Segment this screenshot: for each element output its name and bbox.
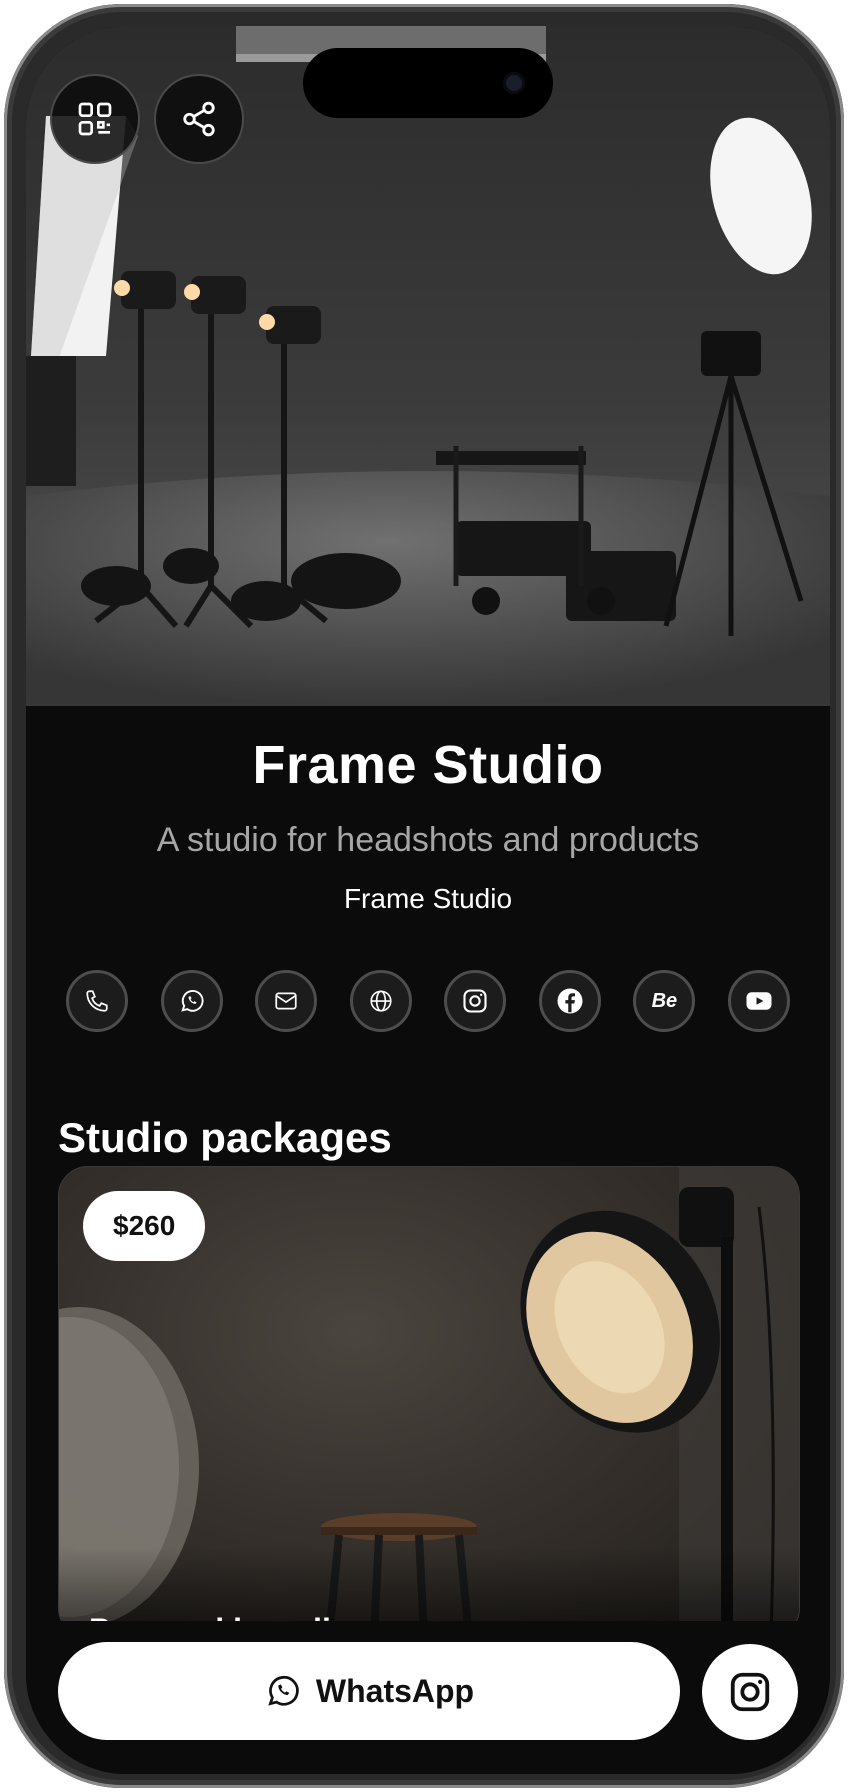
instagram-button[interactable] xyxy=(444,970,507,1032)
globe-icon xyxy=(370,990,392,1012)
camera-dot xyxy=(503,72,525,94)
screen: Frame Studio A studio for headshots and … xyxy=(26,26,830,1774)
youtube-button[interactable] xyxy=(727,970,790,1032)
mail-button[interactable] xyxy=(255,970,318,1032)
youtube-icon xyxy=(746,992,772,1010)
mail-icon xyxy=(275,992,297,1010)
share-icon xyxy=(183,101,215,137)
qr-code-button[interactable] xyxy=(50,74,140,164)
whatsapp-button[interactable] xyxy=(160,970,223,1032)
studio-photo xyxy=(26,26,830,706)
share-button[interactable] xyxy=(154,74,244,164)
behance-button[interactable]: Be xyxy=(633,970,696,1032)
instagram-icon xyxy=(463,989,487,1013)
website-button[interactable] xyxy=(349,970,412,1032)
profile-name: Frame Studio xyxy=(252,735,604,795)
whatsapp-icon xyxy=(180,989,204,1012)
instagram-cta-button[interactable] xyxy=(702,1644,798,1740)
package-card[interactable]: $260 Personal branding xyxy=(58,1166,800,1638)
facebook-button[interactable] xyxy=(538,970,601,1032)
instagram-icon xyxy=(730,1672,770,1712)
profile-tagline: A studio for headshots and products xyxy=(156,821,700,859)
hero-image xyxy=(26,26,830,706)
whatsapp-cta-button[interactable]: WhatsApp xyxy=(58,1642,680,1740)
behance-icon: Be xyxy=(651,989,678,1012)
dynamic-island xyxy=(303,48,553,118)
facebook-icon xyxy=(557,988,583,1014)
whatsapp-cta-label: WhatsApp xyxy=(315,1672,475,1709)
price-badge: $260 xyxy=(83,1191,206,1261)
phone-button[interactable] xyxy=(66,970,128,1032)
qr-code-icon xyxy=(78,102,112,136)
profile-company: Frame Studio xyxy=(343,883,513,914)
whatsapp-icon xyxy=(268,1676,299,1706)
section-title-packages: Studio packages xyxy=(58,1114,392,1161)
phone-frame: Frame Studio A studio for headshots and … xyxy=(4,4,844,1788)
social-links: Be xyxy=(66,970,790,1032)
phone-icon xyxy=(86,990,108,1012)
